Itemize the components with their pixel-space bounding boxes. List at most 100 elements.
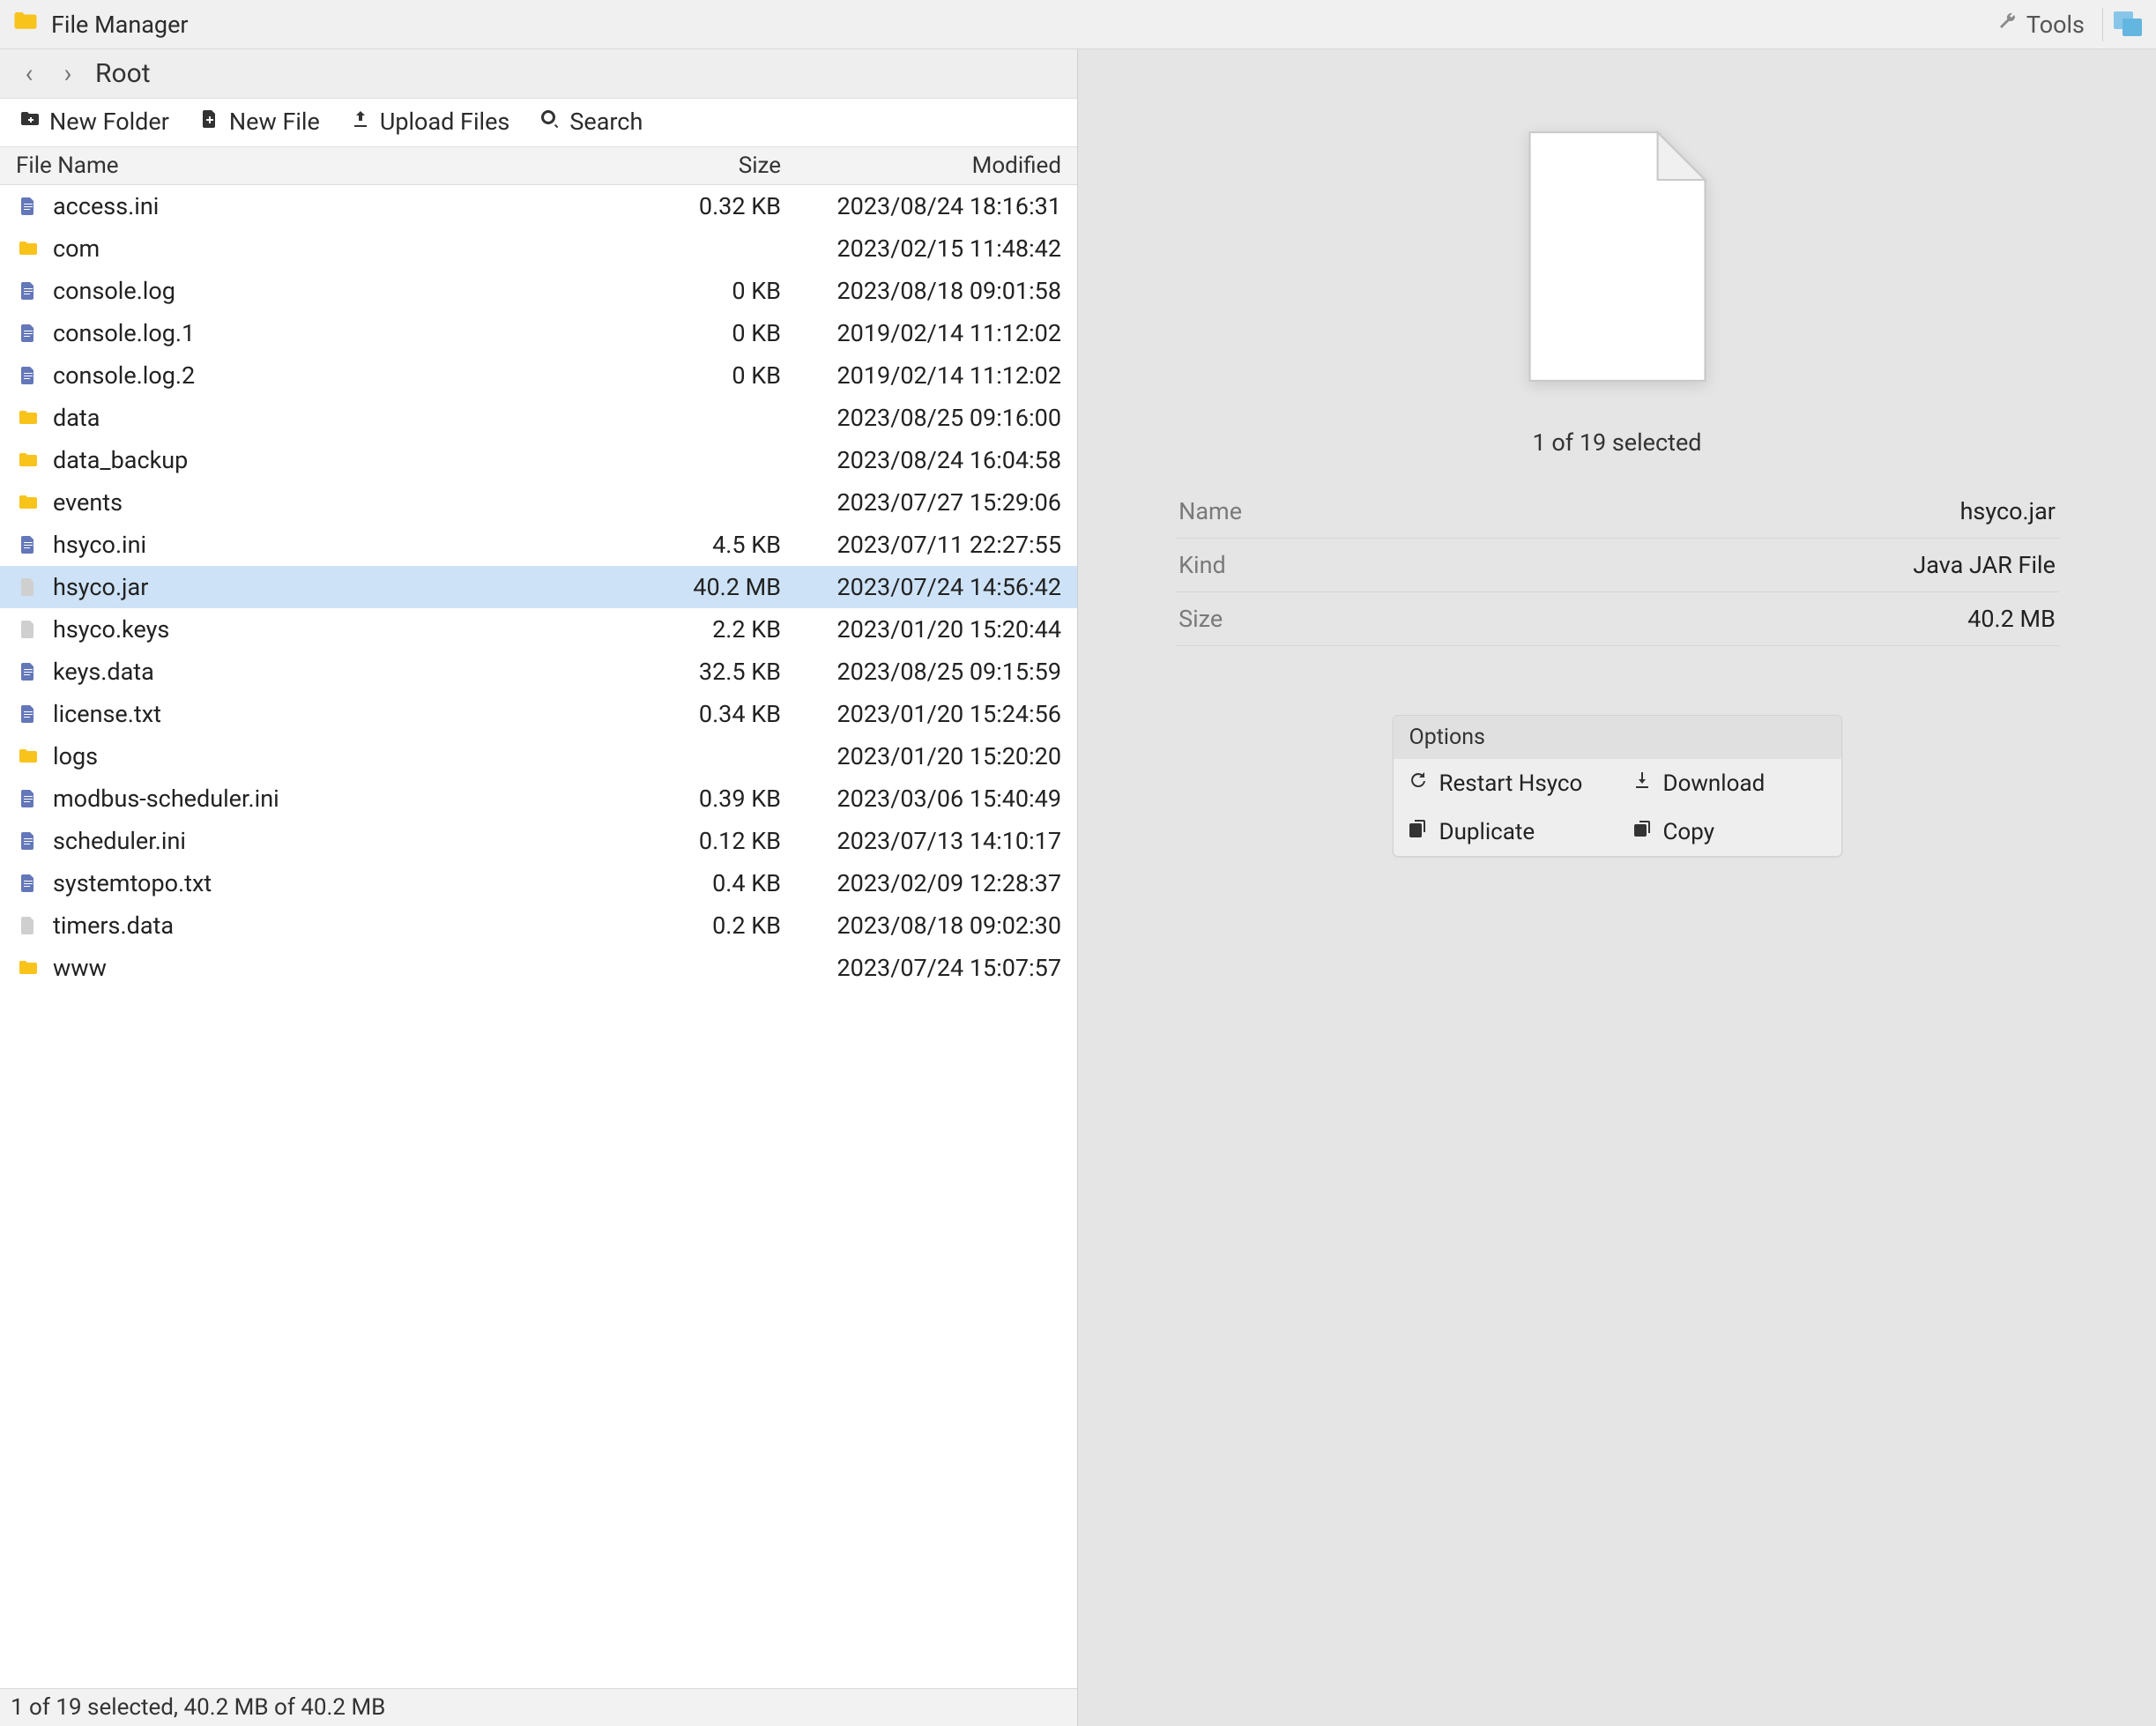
file-row[interactable]: access.ini0.32 KB2023/08/24 18:16:31 bbox=[0, 185, 1077, 227]
file-icon bbox=[16, 661, 41, 682]
folder-icon bbox=[16, 450, 41, 471]
breadcrumb-location[interactable]: Root bbox=[95, 58, 151, 89]
new-file-button[interactable]: New File bbox=[199, 108, 320, 136]
breadcrumb-bar: ‹ › Root bbox=[0, 49, 1077, 99]
file-row[interactable]: hsyco.ini4.5 KB2023/07/11 22:27:55 bbox=[0, 524, 1077, 566]
file-row[interactable]: console.log.10 KB2019/02/14 11:12:02 bbox=[0, 312, 1077, 354]
file-name: timers.data bbox=[53, 911, 638, 940]
refresh-icon bbox=[1408, 770, 1429, 797]
file-row[interactable]: systemtopo.txt0.4 KB2023/02/09 12:28:37 bbox=[0, 862, 1077, 904]
property-value: 40.2 MB bbox=[1967, 605, 2056, 633]
details-panel: 1 of 19 selected Namehsyco.jarKindJava J… bbox=[1078, 49, 2156, 1726]
new-folder-label: New Folder bbox=[49, 108, 169, 136]
file-icon bbox=[16, 915, 41, 936]
nav-forward-button[interactable]: › bbox=[56, 58, 79, 89]
file-row[interactable]: console.log0 KB2023/08/18 09:01:58 bbox=[0, 270, 1077, 312]
file-row[interactable]: keys.data32.5 KB2023/08/25 09:15:59 bbox=[0, 651, 1077, 693]
file-row[interactable]: data 2023/08/25 09:16:00 bbox=[0, 397, 1077, 439]
file-row[interactable]: hsyco.keys2.2 KB2023/01/20 15:20:44 bbox=[0, 608, 1077, 651]
status-bar: 1 of 19 selected, 40.2 MB of 40.2 MB bbox=[0, 1688, 1077, 1726]
file-name: console.log.1 bbox=[53, 319, 638, 347]
property-key: Kind bbox=[1178, 551, 1226, 579]
folder-icon bbox=[16, 957, 41, 978]
property-value: hsyco.jar bbox=[1960, 497, 2056, 525]
file-name: console.log.2 bbox=[53, 361, 638, 390]
file-row[interactable]: events2023/07/27 15:29:06 bbox=[0, 481, 1077, 524]
file-list[interactable]: access.ini0.32 KB2023/08/24 18:16:31com2… bbox=[0, 185, 1077, 1688]
file-row[interactable]: console.log.20 KB2019/02/14 11:12:02 bbox=[0, 354, 1077, 397]
file-name: keys.data bbox=[53, 658, 638, 686]
duplicate-button[interactable]: Duplicate bbox=[1394, 807, 1617, 856]
file-row[interactable]: com2023/02/15 11:48:42 bbox=[0, 227, 1077, 270]
file-size: 0.12 KB bbox=[638, 827, 797, 855]
toolbar: New Folder New File Upload Files Search bbox=[0, 99, 1077, 147]
file-modified: 2019/02/14 11:12:02 bbox=[797, 361, 1061, 390]
upload-button[interactable]: Upload Files bbox=[350, 108, 510, 136]
file-row[interactable]: data_backup2023/08/24 16:04:58 bbox=[0, 439, 1077, 481]
wrench-icon bbox=[1996, 11, 2018, 39]
tools-button[interactable]: Tools bbox=[1989, 11, 2092, 39]
file-icon bbox=[16, 703, 41, 725]
app-title: File Manager bbox=[51, 11, 189, 39]
file-row[interactable]: logs2023/01/20 15:20:20 bbox=[0, 735, 1077, 777]
file-size: 0 KB bbox=[638, 277, 797, 305]
file-modified: 2023/07/11 22:27:55 bbox=[797, 531, 1061, 559]
file-size: 40.2 MB bbox=[638, 573, 797, 601]
file-modified: 2023/01/20 15:20:44 bbox=[797, 615, 1061, 644]
file-name: access.ini bbox=[53, 192, 638, 220]
file-modified: 2023/08/24 18:16:31 bbox=[797, 192, 1061, 220]
file-row[interactable]: modbus-scheduler.ini0.39 KB2023/03/06 15… bbox=[0, 777, 1077, 820]
col-modified[interactable]: Modified bbox=[797, 153, 1061, 179]
properties-table: Namehsyco.jarKindJava JAR FileSize40.2 M… bbox=[1175, 485, 2059, 646]
nav-back-button[interactable]: ‹ bbox=[18, 58, 41, 89]
search-label: Search bbox=[569, 108, 643, 136]
download-button[interactable]: Download bbox=[1617, 759, 1841, 807]
file-row[interactable]: timers.data0.2 KB2023/08/18 09:02:30 bbox=[0, 904, 1077, 947]
download-icon bbox=[1632, 770, 1653, 797]
file-modified: 2023/07/24 15:07:57 bbox=[797, 954, 1061, 982]
file-size: 32.5 KB bbox=[638, 658, 797, 686]
property-row: Size 40.2 MB bbox=[1175, 592, 2059, 646]
file-name: events bbox=[53, 488, 638, 517]
file-name: data bbox=[53, 404, 638, 432]
file-icon bbox=[16, 619, 41, 640]
file-icon bbox=[16, 365, 41, 386]
new-folder-button[interactable]: New Folder bbox=[19, 108, 169, 136]
folder-icon bbox=[16, 492, 41, 513]
file-row[interactable]: hsyco.jar40.2 MB2023/07/24 14:56:42 bbox=[0, 566, 1077, 608]
property-value: Java JAR File bbox=[1913, 551, 2056, 579]
restart-label: Restart Hsyco bbox=[1439, 770, 1583, 797]
file-row[interactable]: www2023/07/24 15:07:57 bbox=[0, 947, 1077, 989]
file-icon bbox=[16, 577, 41, 598]
file-size: 0 KB bbox=[638, 361, 797, 390]
options-header: Options bbox=[1394, 716, 1841, 759]
restart-button[interactable]: Restart Hsyco bbox=[1394, 759, 1617, 807]
file-name: console.log bbox=[53, 277, 638, 305]
file-modified: 2019/02/14 11:12:02 bbox=[797, 319, 1061, 347]
file-name: logs bbox=[53, 742, 638, 770]
file-modified: 2023/08/25 09:16:00 bbox=[797, 404, 1061, 432]
file-modified: 2023/08/25 09:15:59 bbox=[797, 658, 1061, 686]
file-size: 0.34 KB bbox=[638, 700, 797, 728]
selection-summary: 1 of 19 selected bbox=[1532, 428, 1701, 457]
file-size: 0.32 KB bbox=[638, 192, 797, 220]
file-modified: 2023/08/18 09:01:58 bbox=[797, 277, 1061, 305]
file-modified: 2023/02/15 11:48:42 bbox=[797, 234, 1061, 263]
file-row[interactable]: license.txt0.34 KB2023/01/20 15:24:56 bbox=[0, 693, 1077, 735]
file-icon bbox=[16, 830, 41, 852]
file-row[interactable]: scheduler.ini0.12 KB2023/07/13 14:10:17 bbox=[0, 820, 1077, 862]
col-name[interactable]: File Name bbox=[16, 153, 638, 179]
options-panel: Options Restart Hsyco Download Duplicate bbox=[1393, 715, 1842, 857]
file-modified: 2023/08/24 16:04:58 bbox=[797, 446, 1061, 474]
search-button[interactable]: Search bbox=[539, 108, 643, 136]
search-icon bbox=[539, 108, 561, 136]
file-icon bbox=[16, 534, 41, 555]
new-file-icon bbox=[199, 108, 220, 136]
col-size[interactable]: Size bbox=[638, 153, 797, 179]
copy-icon bbox=[1632, 818, 1653, 845]
windows-button[interactable] bbox=[2114, 11, 2144, 38]
file-name: modbus-scheduler.ini bbox=[53, 785, 638, 813]
file-icon bbox=[16, 788, 41, 809]
copy-button[interactable]: Copy bbox=[1617, 807, 1841, 856]
property-key: Size bbox=[1178, 605, 1223, 633]
